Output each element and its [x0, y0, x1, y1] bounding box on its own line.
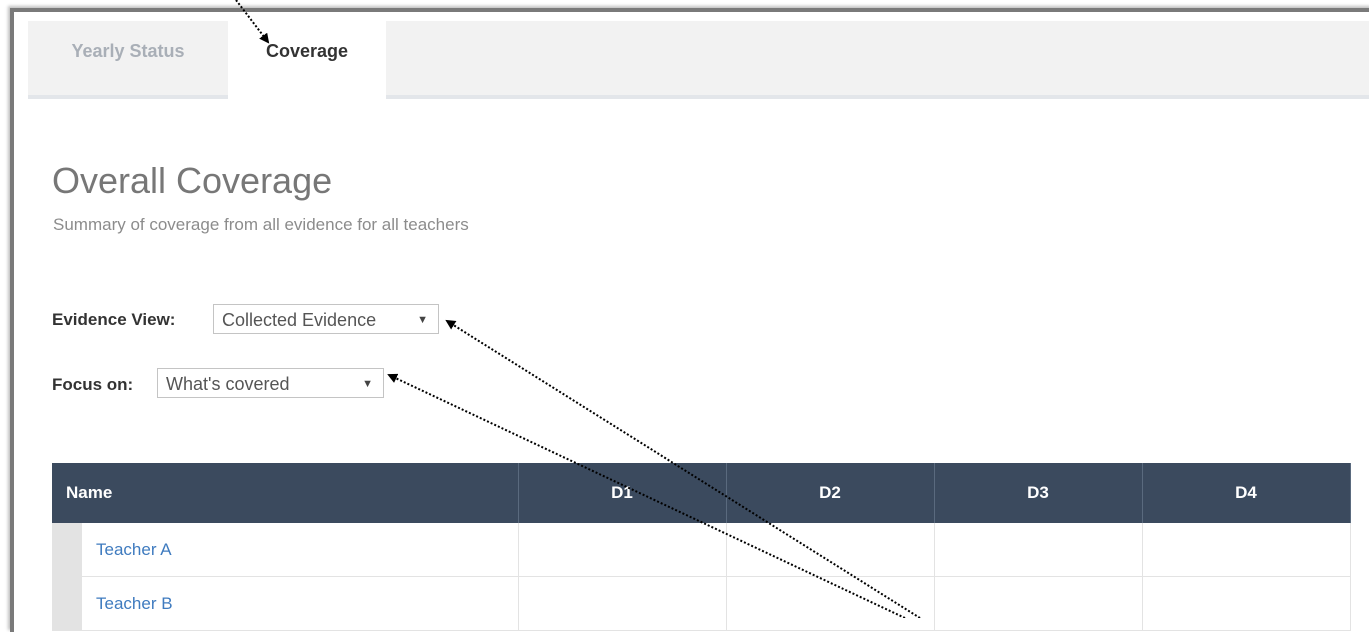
annotation-arrows [235, 0, 921, 618]
arrow-to-evidence-view [445, 319, 921, 618]
arrow-to-focus-on [387, 373, 906, 618]
arrow-to-coverage-tab [235, 0, 270, 44]
